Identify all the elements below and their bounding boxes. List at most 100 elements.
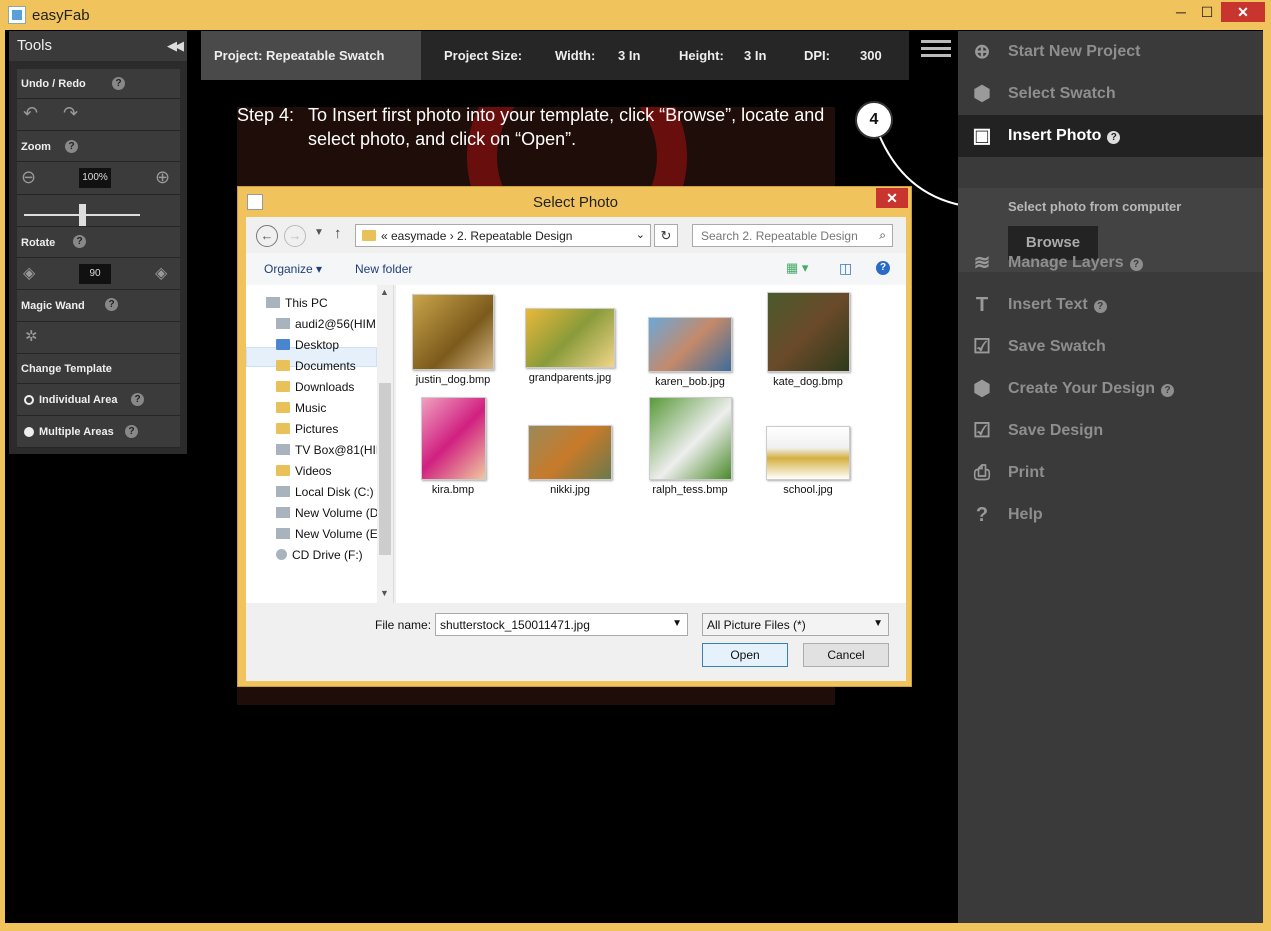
search-placeholder: Search 2. Repeatable Design [701, 229, 858, 243]
command-bar: Organize ▾ New folder ▦ ▾ ◫ ? [246, 253, 906, 285]
close-button[interactable]: ✕ [1221, 2, 1265, 22]
menu-label: Print [1008, 464, 1045, 481]
up-icon[interactable]: ↑ [334, 225, 342, 242]
scrollbar-thumb[interactable] [379, 383, 391, 555]
rotate-left-icon[interactable]: ◈ [23, 263, 35, 283]
help-icon[interactable]: ? [105, 298, 118, 311]
menu-label: Manage Layers? [1008, 254, 1143, 272]
help-icon[interactable]: ? [73, 235, 86, 248]
file-item[interactable]: school.jpg [753, 426, 863, 496]
preview-pane-icon[interactable]: ◫ [839, 260, 852, 277]
undo-icon[interactable]: ↶ [23, 103, 38, 124]
zoom-in-icon[interactable]: ⊕ [155, 167, 170, 188]
file-item[interactable]: ralph_tess.bmp [635, 397, 745, 496]
menu-print[interactable]: ⎙ Print [958, 452, 1263, 494]
menu-manage-layers[interactable]: ≋ Manage Layers? [958, 242, 1263, 284]
address-bar[interactable]: « easymade › 2. Repeatable Design ⌄ [355, 224, 651, 247]
rotate-right-icon[interactable]: ◈ [155, 263, 167, 283]
help-icon[interactable]: ? [65, 140, 78, 153]
refresh-icon[interactable]: ↻ [654, 224, 678, 247]
chevron-down-icon[interactable]: ▼ [873, 618, 883, 629]
dialog-body: ← → ▼ ↑ « easymade › 2. Repeatable Desig… [246, 217, 906, 681]
view-options-icon[interactable]: ▦ ▾ [786, 260, 808, 276]
cancel-button[interactable]: Cancel [803, 643, 889, 667]
file-item[interactable]: karen_bob.jpg [635, 317, 745, 388]
zoom-label: Zoom [21, 141, 51, 153]
search-input[interactable]: Search 2. Repeatable Design ⌕ [692, 224, 893, 247]
multiple-areas-row[interactable]: Multiple Areas ? [17, 416, 180, 448]
file-name-input[interactable]: shutterstock_150011471.jpg ▼ [435, 613, 688, 636]
help-icon[interactable]: ? [1093, 300, 1107, 313]
open-button[interactable]: Open [702, 643, 788, 667]
menu-label: Select Swatch [1008, 85, 1116, 102]
desktop-icon [276, 339, 290, 350]
computer-icon [266, 297, 280, 308]
menu-save-swatch[interactable]: ☑ Save Swatch [958, 326, 1263, 368]
thumbnail [766, 426, 850, 480]
tools-panel: Tools ◀◀ Undo / Redo ? ↶ ↷ Zoom ? ⊖ 100%… [9, 31, 187, 454]
text-icon: T [975, 294, 989, 316]
help-icon[interactable]: ? [876, 261, 890, 275]
save-check-icon: ☑ [973, 336, 991, 358]
help-icon[interactable]: ? [1161, 384, 1175, 397]
collapse-icon[interactable]: ◀◀ [167, 38, 184, 54]
zoom-value[interactable]: 100% [79, 168, 111, 188]
zoom-out-icon[interactable]: ⊖ [21, 167, 36, 188]
thumbnail [412, 294, 494, 370]
maximize-button[interactable]: ☐ [1192, 2, 1222, 22]
folder-icon [276, 360, 290, 371]
file-item[interactable]: grandparents.jpg [515, 308, 625, 384]
folder-icon [276, 465, 290, 476]
multiple-areas-radio[interactable] [24, 427, 34, 437]
help-icon[interactable]: ? [1107, 131, 1121, 144]
dialog-close-button[interactable]: ✕ [876, 188, 908, 208]
menu-help[interactable]: ? Help [958, 494, 1263, 536]
redo-icon[interactable]: ↷ [63, 103, 78, 124]
address-path: « easymade › 2. Repeatable Design [381, 229, 573, 243]
zoom-slider-handle[interactable] [79, 204, 86, 226]
window-title: easyFab [32, 7, 90, 24]
menu-save-design[interactable]: ☑ Save Design [958, 410, 1263, 452]
menu-label: Insert Photo? [1008, 127, 1121, 145]
file-item[interactable]: nikki.jpg [515, 425, 625, 496]
forward-icon[interactable]: → [284, 225, 306, 247]
menu-label: Save Design [1008, 422, 1104, 439]
scroll-up-icon[interactable]: ▲ [380, 287, 389, 297]
help-icon[interactable]: ? [125, 425, 138, 438]
new-folder-button[interactable]: New folder [355, 262, 412, 276]
change-template-row: Change Template [17, 354, 180, 384]
help-icon[interactable]: ? [1129, 258, 1143, 271]
magic-wand-icon[interactable]: ✲ [25, 327, 38, 345]
undo-redo-label: Undo / Redo [21, 78, 86, 90]
rotate-value[interactable]: 90 [79, 264, 111, 284]
organize-button[interactable]: Organize ▾ [264, 262, 322, 276]
step-label: Step 4: [237, 105, 295, 125]
menu-insert-photo[interactable]: ▣ Insert Photo? [958, 115, 1263, 157]
network-drive-icon [276, 444, 290, 455]
app-logo-icon [8, 6, 26, 24]
thumbnail [528, 425, 612, 480]
file-type-select[interactable]: All Picture Files (*) ▼ [702, 613, 889, 636]
help-icon[interactable]: ? [131, 393, 144, 406]
file-item[interactable]: kate_dog.bmp [753, 292, 863, 388]
menu-select-swatch[interactable]: ⬢ Select Swatch [958, 73, 1263, 115]
chevron-down-icon[interactable]: ⌄ [636, 228, 645, 241]
menu-insert-text[interactable]: T Insert Text? [958, 284, 1263, 326]
menu-icon[interactable] [913, 31, 958, 71]
individual-area-row[interactable]: Individual Area ? [17, 384, 180, 416]
file-item[interactable]: kira.bmp [398, 397, 508, 496]
menu-create-your-design[interactable]: ⬢ Create Your Design? [958, 368, 1263, 410]
tree-scrollbar[interactable]: ▲ ▼ [377, 285, 393, 603]
file-name-label: File name: [375, 618, 432, 632]
disk-icon [276, 507, 290, 518]
individual-area-radio[interactable] [24, 395, 34, 405]
file-item[interactable]: justin_dog.bmp [398, 294, 508, 386]
chevron-down-icon[interactable]: ▼ [672, 618, 682, 629]
menu-start-new-project[interactable]: ⊕ Start New Project [958, 31, 1263, 73]
back-icon[interactable]: ← [256, 225, 278, 247]
scroll-down-icon[interactable]: ▼ [380, 588, 389, 598]
menu-label: Start New Project [1008, 43, 1141, 60]
help-icon[interactable]: ? [112, 77, 125, 90]
menu-label: Create Your Design? [1008, 380, 1175, 398]
recent-dropdown-icon[interactable]: ▼ [314, 227, 324, 238]
